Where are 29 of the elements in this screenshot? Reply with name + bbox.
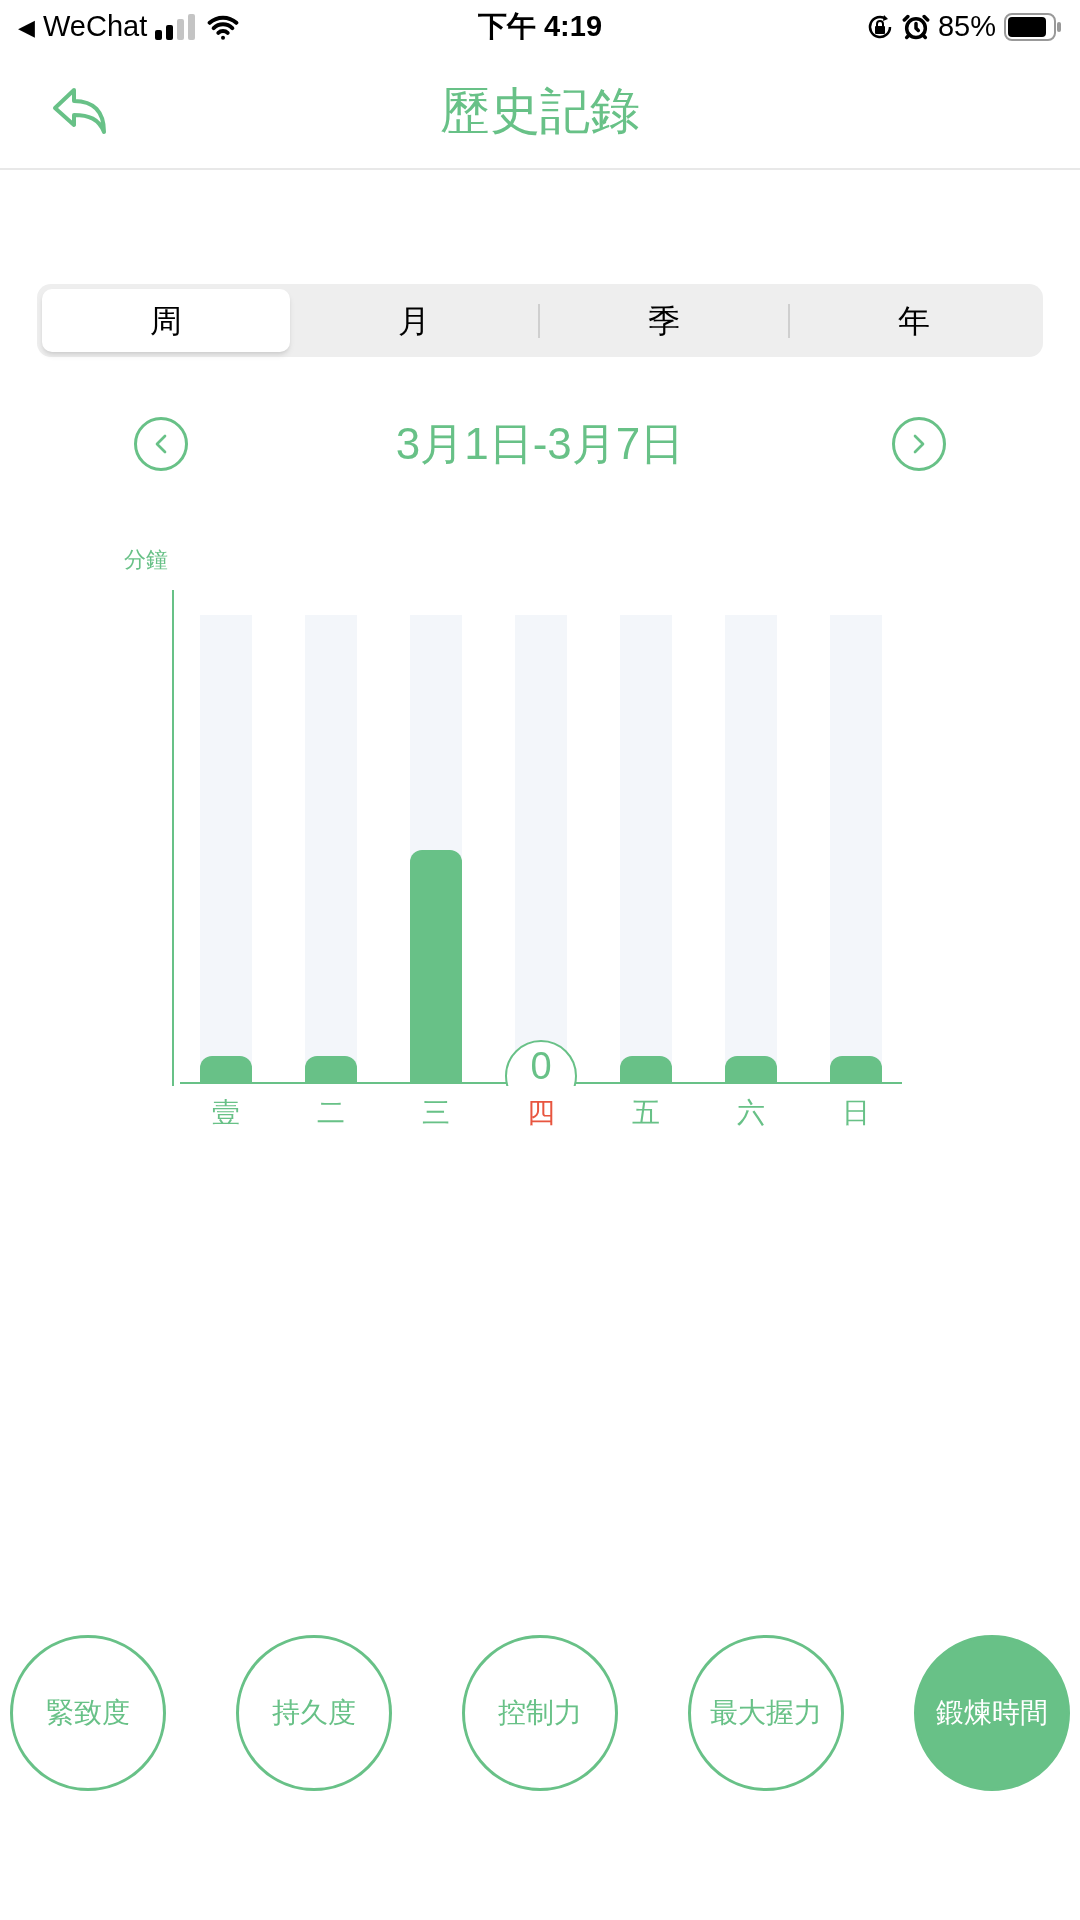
alarm-icon: [901, 13, 930, 41]
metric-button[interactable]: 最大握力: [688, 1635, 844, 1791]
previous-button[interactable]: [134, 417, 188, 471]
unit-label: 分鐘: [124, 547, 168, 572]
battery-percent: 85%: [937, 9, 996, 45]
day-label[interactable]: 壹: [200, 1092, 252, 1134]
metric-button[interactable]: 持久度: [236, 1635, 392, 1791]
value-label: 0: [530, 1046, 552, 1086]
period-tab[interactable]: 月: [290, 289, 538, 352]
next-button[interactable]: [892, 417, 946, 471]
metric-button[interactable]: 控制力: [462, 1635, 618, 1791]
clock-time: 下午 4:19: [477, 9, 603, 45]
back-arrow-icon[interactable]: [52, 86, 108, 136]
day-label[interactable]: 日: [830, 1092, 882, 1134]
app-name: WeChat: [43, 9, 148, 45]
metric-button[interactable]: 緊致度: [10, 1635, 166, 1791]
day-label[interactable]: 四: [515, 1092, 567, 1134]
date-range: 3月1日-3月7日: [395, 418, 685, 470]
period-tab[interactable]: 周: [42, 289, 290, 352]
day-label[interactable]: 二: [305, 1092, 357, 1134]
back-to-app-glyph[interactable]: ◀: [18, 10, 35, 44]
period-tab[interactable]: 季: [540, 289, 788, 352]
battery-icon: [1004, 13, 1062, 41]
day-label[interactable]: 五: [620, 1092, 672, 1134]
period-tab[interactable]: 年: [790, 289, 1038, 352]
day-label[interactable]: 三: [410, 1092, 462, 1134]
metric-button[interactable]: 鍛煉時間: [914, 1635, 1070, 1791]
page-title: 歷史記錄: [440, 81, 640, 141]
day-label[interactable]: 六: [725, 1092, 777, 1134]
